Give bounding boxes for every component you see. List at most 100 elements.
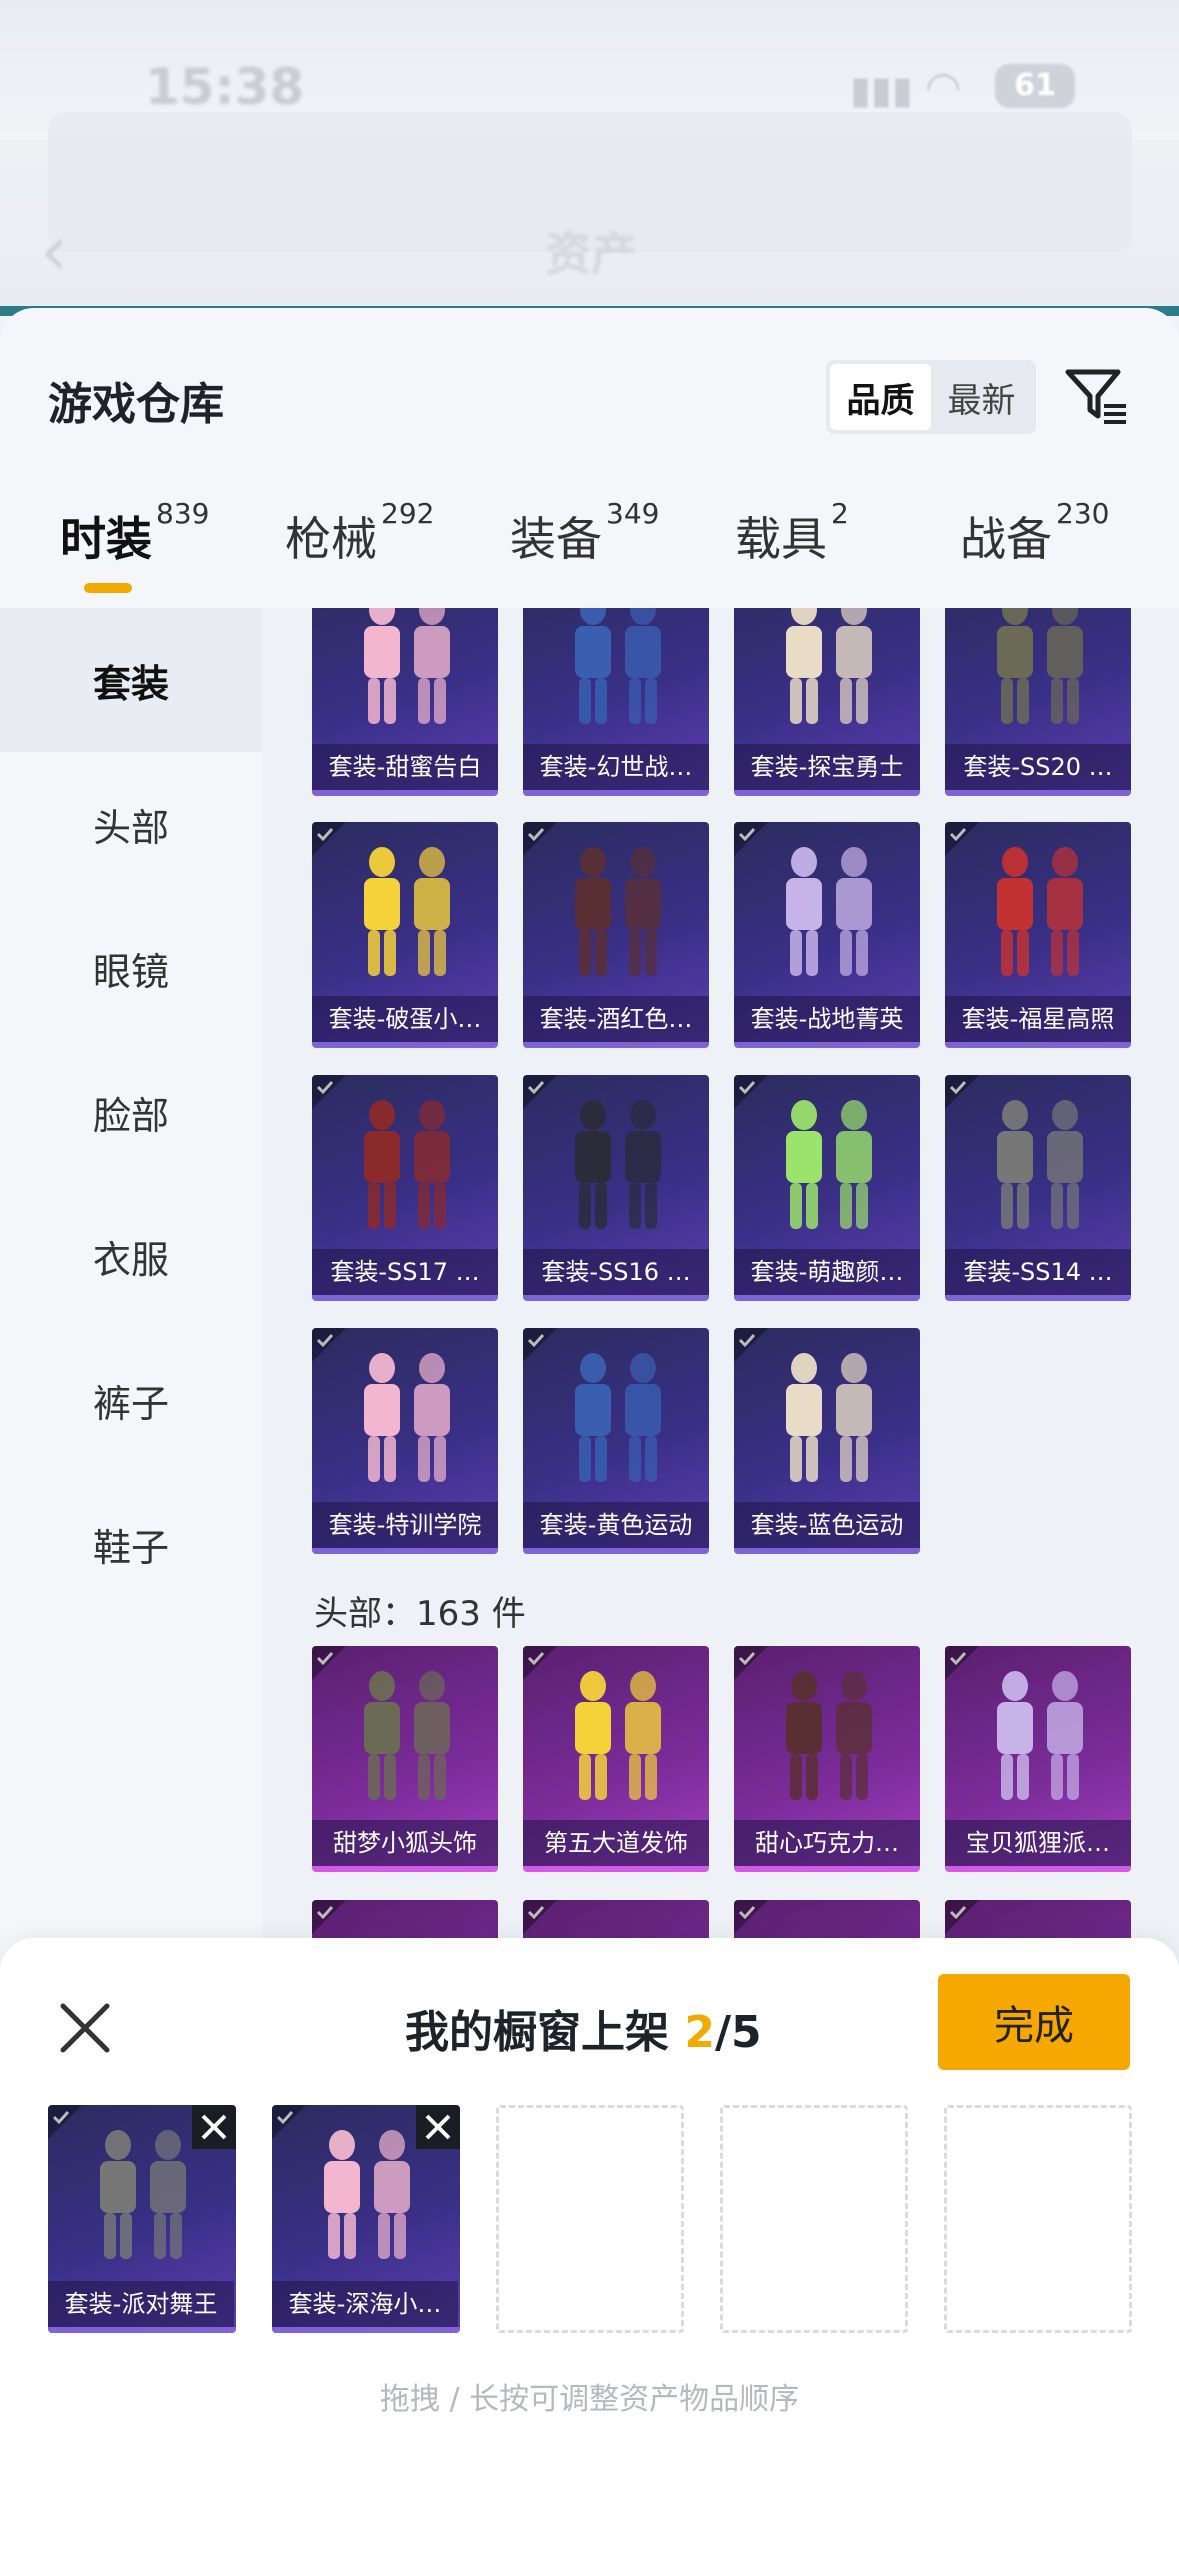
asset-card[interactable]: 套装-福星高照	[945, 822, 1131, 1048]
asset-name: 甜梦小狐头饰	[312, 1820, 498, 1866]
owned-check-icon	[523, 1900, 557, 1934]
category-face[interactable]: 脸部	[0, 1040, 262, 1184]
tab-count: 2	[831, 497, 849, 530]
outfit-figure	[734, 608, 920, 750]
asset-card[interactable]: 套装-探宝勇士	[734, 608, 920, 796]
asset-card[interactable]: 甜梦小狐头饰	[312, 1646, 498, 1872]
reorder-hint: 拖拽 / 长按可调整资产物品顺序	[379, 2382, 800, 2417]
asset-card[interactable]: 套装-战地菁英	[734, 822, 920, 1048]
asset-name: 套装-探宝勇士	[734, 744, 920, 790]
tab-vehicles[interactable]: 载具 2	[735, 497, 849, 613]
owned-check-icon	[312, 1646, 346, 1680]
remove-icon[interactable]	[416, 2105, 460, 2149]
owned-check-icon	[945, 822, 979, 856]
showcase-slot[interactable]: 套装-深海小…	[272, 2105, 460, 2333]
asset-name: 套装-SS14 …	[945, 1249, 1131, 1295]
asset-name: 套装-深海小…	[272, 2281, 458, 2327]
tab-count: 230	[1056, 497, 1110, 530]
showcase-title: 我的橱窗上架 2/5	[405, 1996, 762, 2060]
asset-name: 套装-萌趣颜…	[734, 1249, 920, 1295]
close-icon[interactable]	[55, 1998, 115, 2058]
asset-card[interactable]: 套装-SS20 …	[945, 608, 1131, 796]
owned-check-icon	[312, 1075, 346, 1109]
asset-card[interactable]: 宝贝狐狸派…	[945, 1646, 1131, 1872]
tab-count: 349	[606, 497, 660, 530]
showcase-slot-empty[interactable]	[944, 2105, 1132, 2333]
owned-check-icon	[312, 1900, 346, 1934]
tab-label: 枪械	[285, 512, 377, 566]
asset-name: 套装-酒红色…	[523, 996, 709, 1042]
asset-name: 套装-SS20 …	[945, 744, 1131, 790]
status-time: 15:38	[145, 58, 305, 116]
asset-card[interactable]: 甜心巧克力…	[734, 1646, 920, 1872]
category-pants[interactable]: 裤子	[0, 1328, 262, 1472]
asset-card[interactable]: 套装-SS14 …	[945, 1075, 1131, 1301]
owned-check-icon	[523, 822, 557, 856]
showcase-slot[interactable]: 套装-派对舞王	[48, 2105, 236, 2333]
owned-check-icon	[734, 1646, 768, 1680]
filter-icon[interactable]	[1060, 360, 1130, 430]
category-head[interactable]: 头部	[0, 752, 262, 896]
showcase-title-text: 我的橱窗上架	[405, 2007, 685, 2058]
sort-newest-button[interactable]: 最新	[931, 364, 1032, 430]
sheet-title: 游戏仓库	[48, 379, 224, 430]
asset-name: 套装-黄色运动	[523, 1502, 709, 1548]
signal-icon: ▮▮▮	[850, 68, 913, 112]
asset-card[interactable]: 套装-特训学院	[312, 1328, 498, 1554]
asset-name: 宝贝狐狸派…	[945, 1820, 1131, 1866]
showcase-slot-empty[interactable]	[720, 2105, 908, 2333]
tab-indicator	[84, 583, 132, 593]
owned-check-icon	[734, 822, 768, 856]
tab-supplies[interactable]: 战备 230	[960, 497, 1109, 613]
owned-check-icon	[945, 1900, 979, 1934]
asset-card[interactable]: 套装-蓝色运动	[734, 1328, 920, 1554]
owned-check-icon	[523, 1328, 557, 1362]
asset-tabs: 时装 839 枪械 292 装备 349 载具 2 战备 230	[0, 497, 1179, 613]
asset-card[interactable]: 第五大道发饰	[523, 1646, 709, 1872]
done-button[interactable]: 完成	[938, 1974, 1130, 2070]
figure-art	[575, 608, 661, 724]
remove-icon[interactable]	[192, 2105, 236, 2149]
owned-check-icon	[734, 1075, 768, 1109]
asset-name: 套装-蓝色运动	[734, 1502, 920, 1548]
head-section-label: 头部：163 件	[314, 1594, 526, 1634]
nav-title: 资产	[545, 227, 637, 281]
category-suit[interactable]: 套装	[0, 608, 262, 752]
asset-card[interactable]: 套装-甜蜜告白	[312, 608, 498, 796]
sort-quality-button[interactable]: 品质	[830, 364, 931, 430]
asset-card[interactable]: 套装-破蛋小…	[312, 822, 498, 1048]
asset-name: 甜心巧克力…	[734, 1820, 920, 1866]
back-icon[interactable]: ‹	[40, 210, 68, 292]
outfit-figure	[945, 608, 1131, 750]
category-glasses[interactable]: 眼镜	[0, 896, 262, 1040]
asset-name: 套装-SS16 …	[523, 1249, 709, 1295]
tab-guns[interactable]: 枪械 292	[285, 497, 434, 613]
category-shoes[interactable]: 鞋子	[0, 1472, 262, 1616]
asset-name: 套装-破蛋小…	[312, 996, 498, 1042]
asset-name: 套装-甜蜜告白	[312, 744, 498, 790]
figure-art	[786, 608, 872, 724]
asset-name: 套装-幻世战…	[523, 744, 709, 790]
tab-gear[interactable]: 装备 349	[510, 497, 659, 613]
tab-fashion[interactable]: 时装 839	[60, 497, 209, 613]
asset-card[interactable]: 套装-幻世战…	[523, 608, 709, 796]
asset-card[interactable]: 套装-SS16 …	[523, 1075, 709, 1301]
asset-name: 第五大道发饰	[523, 1820, 709, 1866]
category-clothes[interactable]: 衣服	[0, 1184, 262, 1328]
tab-count: 292	[381, 497, 435, 530]
tab-label: 载具	[735, 512, 827, 566]
showcase-slot-empty[interactable]	[496, 2105, 684, 2333]
asset-card[interactable]: 套装-萌趣颜…	[734, 1075, 920, 1301]
owned-check-icon	[734, 1900, 768, 1934]
asset-card[interactable]: 套装-酒红色…	[523, 822, 709, 1048]
asset-card[interactable]: 套装-黄色运动	[523, 1328, 709, 1554]
outfit-figure	[312, 608, 498, 750]
battery-icon: 61	[995, 64, 1075, 108]
tab-label: 装备	[510, 512, 602, 566]
asset-card[interactable]: 套装-SS17 …	[312, 1075, 498, 1301]
owned-check-icon	[523, 1075, 557, 1109]
asset-name: 套装-战地菁英	[734, 996, 920, 1042]
showcase-count-current: 2	[684, 2007, 715, 2058]
showcase-panel: 我的橱窗上架 2/5 完成 套装-派对舞王 套装-深海小… 拖拽 / 长按可调整…	[0, 1938, 1179, 2556]
owned-check-icon	[312, 822, 346, 856]
